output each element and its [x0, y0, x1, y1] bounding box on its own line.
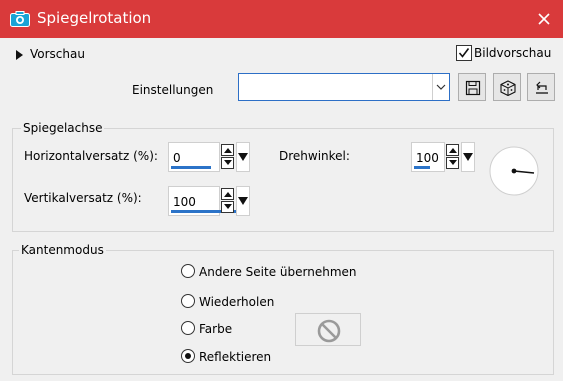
radio-color-label[interactable]: Farbe	[199, 322, 232, 336]
radio-other-side[interactable]	[181, 264, 195, 278]
no-color-icon	[317, 319, 341, 343]
radio-other-side-label[interactable]: Andere Seite übernehmen	[199, 265, 357, 279]
radio-color[interactable]	[181, 321, 195, 335]
random-dice-icon	[500, 80, 516, 96]
value-slider-bar	[414, 166, 430, 169]
vertical-offset-input[interactable]: 100	[168, 186, 249, 216]
save-settings-button[interactable]	[458, 73, 486, 101]
close-icon[interactable]	[532, 7, 556, 31]
preview-label: Vorschau	[30, 47, 85, 61]
horizontal-offset-input[interactable]: 0	[168, 142, 220, 172]
rotation-angle-value: 100	[416, 151, 439, 165]
dropdown-arrow[interactable]	[432, 74, 449, 100]
rotation-angle-dial[interactable]	[489, 146, 539, 196]
horizontal-offset-spinner[interactable]: 0	[168, 142, 252, 172]
color-swatch[interactable]	[295, 313, 361, 346]
vertical-offset-value: 100	[173, 195, 196, 209]
live-preview-label: Bildvorschau	[474, 46, 552, 60]
arrow-up-icon	[224, 148, 232, 153]
increment-button[interactable]	[446, 144, 459, 156]
slider-dropdown-button[interactable]	[236, 186, 250, 216]
triangle-down-icon	[238, 197, 248, 205]
edge-mode-group-title: Kantenmodus	[19, 243, 106, 257]
rotation-angle-input[interactable]: 100	[411, 142, 445, 172]
value-slider-bar	[171, 166, 211, 169]
save-icon	[465, 80, 481, 96]
arrow-up-icon	[449, 148, 457, 153]
arrow-down-icon	[224, 204, 232, 209]
triangle-down-icon	[463, 153, 473, 161]
radio-reflect[interactable]	[181, 349, 195, 363]
window-title: Spiegelrotation	[37, 9, 152, 27]
radio-repeat-label[interactable]: Wiederholen	[199, 295, 274, 309]
title-bar: Spiegelrotation	[0, 0, 563, 38]
radio-repeat[interactable]	[181, 294, 195, 308]
slider-dropdown-button[interactable]	[236, 142, 250, 172]
reset-icon	[536, 81, 548, 94]
radio-reflect-label[interactable]: Reflektieren	[199, 350, 271, 364]
rotation-angle-spinner[interactable]: 100	[411, 142, 477, 172]
decrement-button[interactable]	[221, 201, 234, 213]
horizontal-offset-label: Horizontalversatz (%):	[24, 149, 158, 163]
chevron-down-icon	[436, 84, 446, 90]
increment-button[interactable]	[221, 188, 234, 200]
randomize-button[interactable]	[493, 73, 521, 101]
settings-label: Einstellungen	[132, 83, 214, 97]
increment-button[interactable]	[221, 144, 234, 156]
rotation-angle-label: Drehwinkel:	[279, 149, 350, 163]
live-preview-checkbox[interactable]	[456, 45, 472, 61]
arrow-down-icon	[449, 160, 457, 165]
vertical-offset-spinner[interactable]: 100	[168, 186, 252, 216]
decrement-button[interactable]	[221, 157, 234, 169]
expand-arrow-icon	[16, 50, 23, 60]
settings-dropdown[interactable]	[238, 73, 450, 101]
triangle-down-icon	[238, 153, 248, 161]
vertical-offset-label: Vertikalversatz (%):	[24, 191, 142, 205]
arrow-up-icon	[224, 192, 232, 197]
camera-icon	[10, 11, 30, 27]
arrow-down-icon	[224, 160, 232, 165]
slider-dropdown-button[interactable]	[461, 142, 475, 172]
reset-settings-button[interactable]	[527, 73, 555, 101]
checkmark-icon	[458, 48, 470, 58]
decrement-button[interactable]	[446, 157, 459, 169]
mirror-axis-group-title: Spiegelachse	[21, 121, 105, 135]
horizontal-offset-value: 0	[173, 151, 181, 165]
